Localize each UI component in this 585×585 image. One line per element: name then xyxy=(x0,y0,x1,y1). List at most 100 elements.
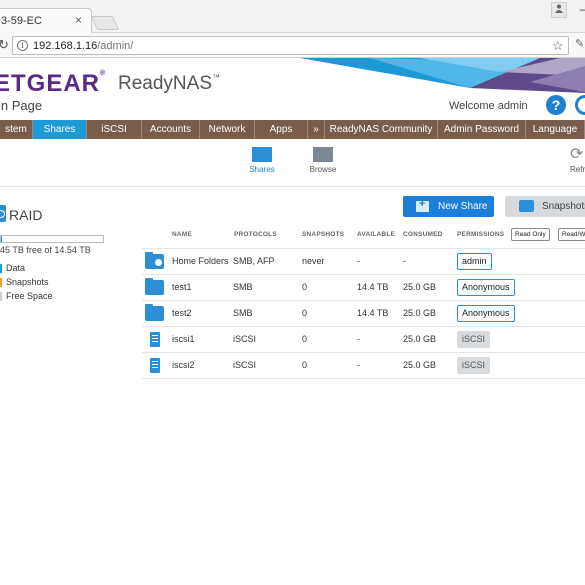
legend-snapshots-label: Snapshots xyxy=(6,277,49,287)
nav-tab-apps[interactable]: Apps xyxy=(255,120,308,139)
lun-icon xyxy=(150,332,160,347)
nav-tab-network[interactable]: Network xyxy=(200,120,255,139)
logo-text: ETGEAR xyxy=(0,70,101,97)
snapshots-label: Snapshots xyxy=(542,201,585,212)
address-bar: ↻ i 192.168.1.16/admin/ ☆ ✎ xyxy=(0,33,585,58)
reload-icon[interactable]: ↻ xyxy=(0,37,9,53)
new-share-icon xyxy=(416,198,429,212)
table-bottom-border xyxy=(142,378,585,379)
column-header-consumed[interactable]: CONSUMED xyxy=(403,231,443,238)
logo-registered-mark: ® xyxy=(100,70,107,77)
share-snapshots: never xyxy=(302,256,325,266)
shares-view-label: Shares xyxy=(249,165,275,174)
legend-data: Data xyxy=(0,263,25,274)
nav-link-community[interactable]: ReadyNAS Community xyxy=(325,120,438,139)
column-header-name[interactable]: NAME xyxy=(172,231,192,238)
tab-title: 3-59-EC xyxy=(1,15,42,27)
home-folder-icon xyxy=(145,252,164,269)
share-name: iscsi1 xyxy=(172,334,195,344)
folder-icon xyxy=(145,278,164,295)
share-protocols: SMB, AFP xyxy=(233,256,275,266)
share-row[interactable]: Home Folders SMB, AFP never - - admin xyxy=(142,248,585,274)
nav-tab-shares[interactable]: Shares xyxy=(33,120,87,139)
extension-icon[interactable]: ✎ xyxy=(575,37,584,50)
profile-icon[interactable] xyxy=(551,2,567,18)
minimize-button[interactable]: – xyxy=(572,0,585,18)
nav-more-button[interactable]: » xyxy=(308,120,325,139)
share-consumed: 25.0 GB xyxy=(403,308,437,318)
folder-icon xyxy=(145,304,164,321)
legend-free-space-swatch xyxy=(0,292,2,301)
browser-tabstrip: 3-59-EC × – xyxy=(0,0,585,33)
share-available: - xyxy=(357,334,360,344)
browse-view-label: Browse xyxy=(309,165,337,174)
tab-close-icon[interactable]: × xyxy=(75,13,82,27)
share-consumed: 25.0 GB xyxy=(403,360,437,370)
volume-usage-fill xyxy=(1,236,3,242)
share-consumed: - xyxy=(403,256,406,266)
raid-volume-icon xyxy=(0,205,6,222)
nav-tab-system[interactable]: stem xyxy=(0,120,33,139)
share-permission-badge[interactable]: iSCSI xyxy=(457,331,491,348)
share-snapshots: 0 xyxy=(302,360,308,370)
volume-free-text: 45 TB free of 14.54 TB xyxy=(0,245,91,255)
url-field[interactable]: i 192.168.1.16/admin/ ☆ xyxy=(12,36,569,55)
column-header-available[interactable]: AVAILABLE xyxy=(357,231,395,238)
page-title: in Page xyxy=(0,98,43,113)
share-row[interactable]: iscsi1 iSCSI 0 - 25.0 GB iSCSI xyxy=(142,326,585,352)
share-permission-badge[interactable]: admin xyxy=(457,253,492,270)
share-row[interactable]: iscsi2 iSCSI 0 - 25.0 GB iSCSI xyxy=(142,352,585,378)
share-consumed: 25.0 GB xyxy=(403,334,437,344)
share-name: test1 xyxy=(172,282,192,292)
refresh-button[interactable]: ⟳ Refr xyxy=(570,146,585,175)
volume-usage-bar xyxy=(0,235,104,243)
product-text: ReadyNAS xyxy=(118,73,212,94)
nav-link-language[interactable]: Language xyxy=(526,120,585,139)
browse-view-button[interactable]: Browse xyxy=(308,147,338,174)
share-snapshots: 0 xyxy=(302,334,308,344)
new-share-button[interactable]: New Share xyxy=(403,196,494,217)
nav-tab-iscsi[interactable]: iSCSI xyxy=(87,120,142,139)
column-header-protocols[interactable]: PROTOCOLS xyxy=(234,231,277,238)
legend-snapshots-swatch xyxy=(0,278,2,287)
share-row[interactable]: test1 SMB 0 14.4 TB 25.0 GB Anonymous xyxy=(142,274,585,300)
share-permission-badge[interactable]: iSCSI xyxy=(457,357,491,374)
snapshots-icon xyxy=(519,200,534,212)
share-permission-badge[interactable]: Anonymous xyxy=(457,305,515,322)
column-header-permissions[interactable]: PERMISSIONS xyxy=(457,231,504,238)
share-row[interactable]: test2 SMB 0 14.4 TB 25.0 GB Anonymous xyxy=(142,300,585,326)
share-protocols: iSCSI xyxy=(233,334,257,344)
legend-free-space: Free Space xyxy=(0,291,53,302)
share-permission-badge[interactable]: Anonymous xyxy=(457,279,515,296)
snapshots-button[interactable]: Snapshots xyxy=(505,196,585,217)
shares-view-button[interactable]: Shares xyxy=(248,147,276,174)
share-available: 14.4 TB xyxy=(357,308,389,318)
netgear-logo: ETGEAR® xyxy=(0,70,106,98)
product-name: ReadyNAS™ xyxy=(118,73,220,95)
permission-filter-read-write[interactable]: Read/W xyxy=(558,228,585,241)
site-info-icon[interactable]: i xyxy=(17,40,28,51)
new-tab-button[interactable] xyxy=(90,16,120,30)
volume-title[interactable]: RAID xyxy=(9,207,42,223)
share-consumed: 25.0 GB xyxy=(403,282,437,292)
browse-folder-icon xyxy=(313,147,333,162)
url-path: /admin/ xyxy=(97,40,134,52)
nav-tab-accounts[interactable]: Accounts xyxy=(142,120,200,139)
bookmark-star-icon[interactable]: ☆ xyxy=(552,38,564,54)
column-header-snapshots[interactable]: SNAPSHOTS xyxy=(302,231,344,238)
product-trademark: ™ xyxy=(212,73,220,82)
share-protocols: iSCSI xyxy=(233,360,257,370)
url-text: 192.168.1.16/admin/ xyxy=(33,40,133,52)
legend-snapshots: Snapshots xyxy=(0,277,49,288)
browser-tab[interactable]: 3-59-EC × xyxy=(0,8,92,33)
sub-toolbar: Shares Browse ⟳ Refr xyxy=(0,139,585,187)
help-icon[interactable]: ? xyxy=(546,95,566,115)
share-available: 14.4 TB xyxy=(357,282,389,292)
permission-filter-read-only[interactable]: Read Only xyxy=(511,228,550,241)
legend-data-swatch xyxy=(0,264,2,273)
shares-folder-icon xyxy=(252,147,272,162)
share-snapshots: 0 xyxy=(302,308,308,318)
refresh-icon: ⟳ xyxy=(570,146,584,163)
legend-data-label: Data xyxy=(6,263,26,273)
nav-link-admin-password[interactable]: Admin Password xyxy=(438,120,526,139)
